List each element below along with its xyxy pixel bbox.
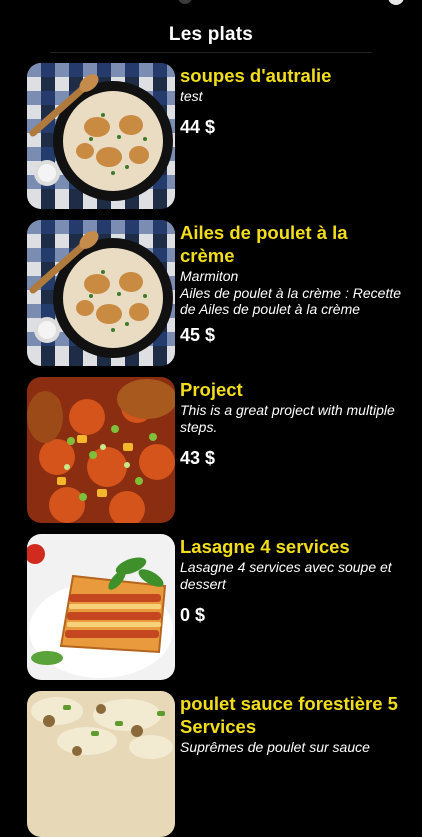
title-divider [50,52,372,53]
dish-name: soupes d'autralie [180,65,332,86]
page-title: Les plats [168,24,254,45]
dish-price: 0 $ [180,605,206,625]
dish-description: Marmiton Ailes de poulet à la crème : Re… [180,268,402,317]
dish-name: Project [180,379,243,400]
dish-price: 43 $ [180,448,216,468]
battery-icon [388,0,404,5]
dish-description: Lasagne 4 services avec soupe et dessert [180,559,392,592]
dish-image[interactable] [27,691,175,837]
dish-image[interactable] [27,63,175,209]
dish-name: Ailes de poulet à la crème [180,222,348,266]
status-bar [0,0,422,10]
dish-name: poulet sauce forestière 5 Services [180,693,398,737]
dish-name: Lasagne 4 services [180,536,350,557]
dish-description: This is a great project with multiple st… [180,402,395,435]
dish-price: 44 $ [180,116,216,137]
dish-image[interactable] [27,377,175,523]
dish-image[interactable] [27,220,175,366]
dish-price: 45 $ [180,324,216,345]
dish-description: Suprêmes de poulet sur sauce [180,739,370,755]
status-icon [178,0,192,4]
dish-image[interactable] [27,534,175,680]
dish-description: test [180,88,203,104]
